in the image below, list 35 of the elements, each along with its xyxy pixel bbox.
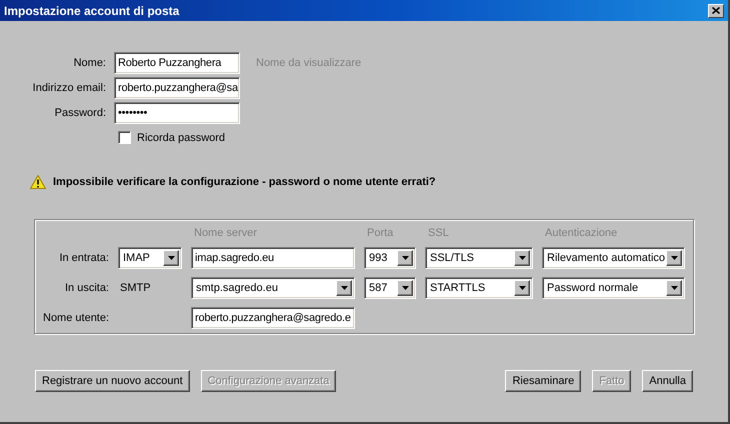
dropdown[interactable]: Password normale	[542, 277, 685, 299]
checkbox-label[interactable]: Ricorda password	[137, 132, 226, 144]
input-field[interactable]: roberto.puzzanghera@sa	[114, 77, 240, 99]
button[interactable]: Annulla	[642, 370, 693, 392]
button[interactable]: Registrare un nuovo account	[35, 370, 190, 392]
warning-icon	[30, 175, 46, 189]
column-header: SSL	[427, 226, 450, 238]
column-header: Autenticazione	[544, 226, 618, 238]
input-field[interactable]: imap.sagredo.eu	[191, 247, 355, 269]
password-field[interactable]: ••••••••	[114, 102, 240, 124]
dropdown[interactable]: SSL/TLS	[425, 247, 533, 269]
warning-message: Impossibile verificare la configurazione - password o nome utente errati?	[53, 176, 436, 188]
field-label: Nome utente:	[43, 312, 110, 324]
dropdown[interactable]: smtp.sagredo.eu	[191, 277, 355, 299]
close-icon	[712, 7, 720, 14]
window-title: Impostazione account di posta	[4, 4, 180, 18]
checkbox[interactable]	[118, 131, 131, 144]
protocol-label: SMTP	[119, 282, 152, 294]
dropdown[interactable]: 587	[364, 277, 416, 299]
field-label: Indirizzo email:	[32, 82, 106, 94]
field-label: Password:	[54, 107, 106, 119]
button[interactable]: Riesaminare	[505, 370, 582, 392]
row-label: In entrata:	[58, 252, 109, 264]
dropdown[interactable]: IMAP	[118, 247, 182, 269]
dropdown[interactable]: Rilevamento automatico	[542, 247, 685, 269]
dropdown[interactable]: 993	[364, 247, 416, 269]
column-header: Nome server	[193, 226, 258, 238]
field-label: Nome:	[72, 57, 106, 69]
close-button[interactable]	[708, 4, 724, 18]
input-field[interactable]: Roberto Puzzanghera	[114, 52, 240, 74]
column-header: Porta	[366, 226, 394, 238]
input-field[interactable]: roberto.puzzanghera@sagredo.e	[191, 307, 355, 329]
dropdown[interactable]: STARTTLS	[425, 277, 533, 299]
field-hint: Nome da visualizzare	[256, 57, 362, 69]
row-label: In uscita:	[64, 282, 109, 294]
